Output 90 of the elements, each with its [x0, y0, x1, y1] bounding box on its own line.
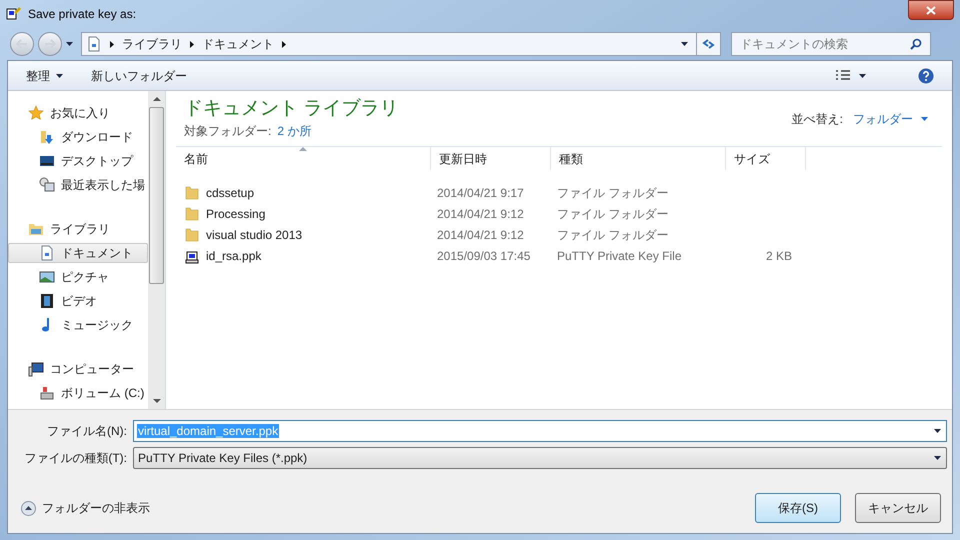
library-folder-icon: [28, 221, 44, 237]
nav-item[interactable]: ドキュメント: [8, 243, 148, 263]
date-cell-text: 2015/09/03 17:45: [436, 248, 532, 264]
scroll-up-arrow-icon: [152, 97, 160, 101]
nav-item[interactable]: ピクチャ: [8, 267, 148, 287]
close-icon: [926, 6, 936, 14]
picture-icon: [39, 269, 55, 285]
chevron-icon: [110, 40, 114, 48]
forward-arrow-icon: [44, 39, 56, 49]
sort-label: 並べ替え:: [792, 111, 843, 128]
folder-arrow-icon: [39, 129, 55, 145]
folders-label: 対象フォルダー:: [184, 123, 272, 140]
folder-icon: [184, 226, 200, 242]
collapse-up-icon: [21, 500, 36, 516]
nav-group-header[interactable]: ライブラリ: [8, 219, 148, 239]
chevron-icon: [190, 40, 194, 48]
file-name-cell[interactable]: cdssetup: [176, 184, 431, 202]
breadcrumb-item[interactable]: ライブラリ: [122, 35, 182, 53]
chevron-icon: [282, 40, 286, 48]
nav-item[interactable]: デスクトップ: [8, 151, 148, 171]
computer-icon: [28, 361, 44, 377]
refresh-arrows-icon: [702, 38, 715, 50]
date-cell-text: 2014/04/21 9:12: [436, 206, 525, 222]
drive-icon: [39, 385, 55, 401]
help-icon[interactable]: [918, 68, 934, 84]
filename-value: virtual_domain_server.ppk: [137, 424, 280, 438]
list-view-icon: [835, 70, 851, 82]
file-name-cell[interactable]: Processing: [176, 204, 431, 222]
window-title: Save private key as:: [28, 6, 136, 23]
back-button[interactable]: [10, 32, 34, 56]
caret-icon: [934, 429, 941, 433]
caret-icon: [859, 74, 866, 78]
nav-group-header[interactable]: お気に入り: [8, 103, 148, 123]
document-icon: [39, 245, 55, 261]
star-icon: [28, 105, 44, 121]
dialog-button[interactable]: 保存(S): [755, 493, 841, 523]
hide-folders-button[interactable]: フォルダーの非表示: [21, 499, 150, 517]
folder-icon: [184, 184, 200, 200]
filetype-dropdown[interactable]: PuTTY Private Key Files (*.ppk): [133, 447, 947, 469]
scrollbar-thumb[interactable]: [149, 107, 164, 284]
back-arrow-icon: [16, 39, 28, 49]
caret-icon: [56, 74, 63, 78]
nav-item[interactable]: ビデオ: [8, 291, 148, 311]
breadcrumb-item[interactable]: ドキュメント: [202, 35, 274, 53]
view-options-button[interactable]: [835, 70, 866, 82]
nav-group-header[interactable]: コンピューター: [8, 359, 148, 379]
column-header[interactable]: 名前: [176, 147, 431, 170]
type-cell-text: PuTTY Private Key File: [556, 248, 682, 264]
caret-icon: [921, 117, 928, 121]
film-icon: [39, 293, 55, 309]
close-button[interactable]: [908, 0, 954, 20]
monitor-icon: [39, 153, 55, 169]
type-cell-text: ファイル フォルダー: [556, 226, 670, 244]
column-header[interactable]: 種類: [551, 147, 726, 170]
dialog-button[interactable]: キャンセル: [855, 493, 941, 523]
forward-button[interactable]: [38, 32, 62, 56]
filetype-label: ファイルの種類(T):: [23, 450, 127, 467]
dropdown-caret-icon: [681, 42, 688, 46]
history-caret-icon: [66, 42, 73, 46]
type-cell-text: ファイル フォルダー: [556, 184, 670, 202]
date-cell-text: 2014/04/21 9:12: [436, 226, 525, 244]
key-app-icon: [6, 6, 22, 22]
date-cell-text: 2014/04/21 9:17: [436, 184, 525, 202]
column-header[interactable]: サイズ: [726, 147, 806, 170]
file-name-cell[interactable]: visual studio 2013: [176, 226, 431, 244]
size-cell-text: 2 KB: [766, 248, 792, 264]
document-icon: [86, 36, 102, 52]
filename-label: ファイル名(N):: [46, 423, 127, 440]
caret-icon: [934, 456, 941, 460]
address-bar[interactable]: ライブラリ ドキュメント: [81, 32, 721, 56]
sort-dropdown[interactable]: フォルダー: [853, 110, 928, 128]
recent-places-icon: [39, 177, 55, 193]
folder-icon: [184, 206, 200, 222]
organize-button[interactable]: 整理: [26, 66, 63, 84]
folders-link[interactable]: 2 か所: [277, 122, 312, 140]
search-icon: [910, 38, 922, 50]
file-name-cell[interactable]: id_rsa.ppk: [176, 246, 431, 264]
library-title: ドキュメント ライブラリ: [184, 97, 398, 121]
nav-item[interactable]: 最近表示した場: [8, 175, 148, 195]
type-cell-text: ファイル フォルダー: [556, 206, 670, 222]
nav-item[interactable]: ダウンロード: [8, 127, 148, 147]
sort-arrow-icon: [299, 147, 307, 151]
search-input[interactable]: ドキュメントの検索: [740, 35, 910, 53]
new-folder-button[interactable]: 新しいフォルダー: [91, 66, 187, 84]
scroll-down-arrow-icon: [152, 399, 160, 403]
nav-item[interactable]: ミュージック: [8, 315, 148, 335]
search-field[interactable]: ドキュメントの検索: [731, 32, 931, 56]
scrollbar[interactable]: [148, 91, 165, 409]
nav-item[interactable]: ボリューム (C:): [8, 383, 148, 403]
column-header[interactable]: 更新日時: [431, 147, 551, 170]
